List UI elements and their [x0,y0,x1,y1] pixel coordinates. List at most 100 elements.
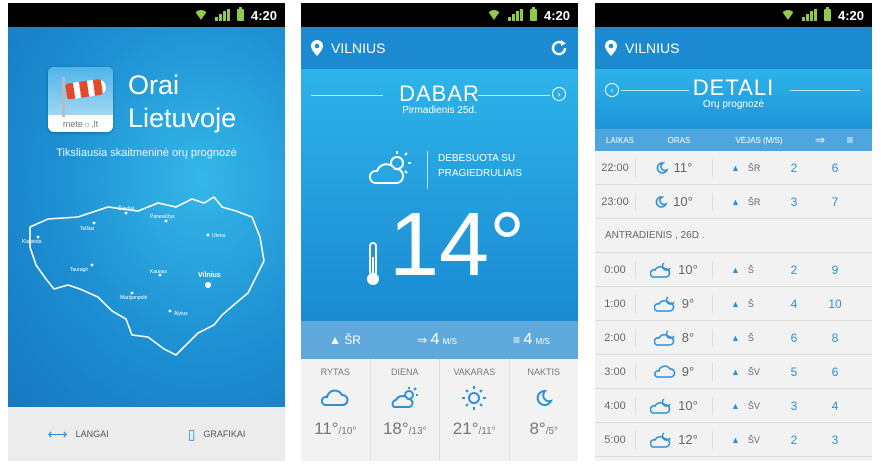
city-dot [206,233,210,237]
row-wind-dir: ▲ ŠR [713,197,773,207]
row-weather: 11° [635,158,713,177]
wind-arrow-icon: ▲ [731,434,740,445]
col-weather: ORAS [667,135,691,145]
table-row[interactable]: 22:00 11° ▲ ŠR 2 6 [595,151,872,185]
wind-direction: ▲ ŠR [329,333,361,347]
cloud-icon [321,389,349,406]
city-label: Telšiai [80,226,94,232]
table-row[interactable]: 4:00 10° ▲ ŠV 3 4 [595,389,872,423]
moon-cloud-icon [650,431,671,448]
row-time: 0:00 [604,263,626,276]
status-bar: 4:20 [8,3,285,27]
row-weather: 10° [635,260,713,279]
row-gust: 10 [828,296,842,311]
table-row[interactable]: 2:00 8° ▲ Š 6 8 [595,321,872,355]
signal-icon [507,9,523,21]
detail-subtitle: Orų prognozė [702,99,765,110]
city-name: VILNIUS [331,40,386,56]
city-label-capital: Vilnius [198,272,221,279]
refresh-icon[interactable] [550,39,568,57]
wind-bar: ▲ ŠR ⇒ 4 M/S ≡ 4 M/S [301,321,578,359]
city-dot-capital [205,282,211,288]
table-row[interactable]: 1:00 9° ▲ Š 4 10 [595,287,872,321]
city-label: Utena [212,233,226,239]
table-row[interactable]: 3:00 9° ▲ ŠV 5 6 [595,355,872,389]
row-wind-dir: ▲ ŠR [713,163,773,173]
lithuania-map[interactable]: Klaipėda Telšiai Šiauliai Panevėžys Uten… [8,177,285,407]
sun-cloud-icon [368,151,411,184]
city-dot [124,211,128,215]
daypart-evening[interactable]: VAKARAS 21°/11° [440,359,510,461]
forecast-table: 22:00 11° ▲ ŠR 2 6 23:00 10° ▲ ŠR 3 7 [595,151,872,219]
table-row[interactable]: 0:00 10° ▲ Š 2 9 [595,253,872,287]
table-header: LAIKAS ORAS VĖJAS (M/S) ⇒ ≡ [595,129,872,151]
row-gust: 4 [831,398,839,413]
row-weather: 8° [635,328,713,347]
col-wind: VĖJAS (M/S) [735,135,783,145]
moon-cloud-icon [653,329,675,346]
status-bar: 4:20 [301,3,578,27]
status-bar: 4:20 [595,3,872,27]
row-dir: ŠV [747,400,760,411]
detail-header: ‹ DETALI Orų prognozė [595,69,872,129]
row-gust: 9 [831,262,839,277]
wifi-icon [193,10,208,20]
app-title: Orai Lietuvoje [128,69,236,135]
city-dot [164,219,168,223]
row-time: 3:00 [604,365,626,378]
wind-arrow-icon: ▲ [731,332,740,343]
col-time: LAIKAS [605,135,634,145]
charts-button[interactable]: ▯ GRAFIKAI [188,426,246,443]
winds-button[interactable]: ⟷ LANGAI [48,426,109,443]
row-temp: 11° [673,160,693,175]
country-border [29,195,265,356]
row-weather: 10° [635,396,713,415]
cloud-icon [653,364,676,378]
wind-arrow-icon: ▲ [731,196,740,207]
row-dir: Š [747,264,754,275]
row-temp: 10° [678,262,698,277]
wind-speed: ⇒ 4 M/S [417,331,457,348]
row-temp: 8° [681,330,695,345]
city-selector[interactable]: VILNIUS [605,40,862,56]
row-time: 5:00 [604,433,626,446]
row-temp: 12° [678,432,698,447]
detailed-forecast-screen: 4:20 VILNIUS ‹ DETALI Orų prognozė LAIKA… [595,3,872,461]
row-temp: 9° [681,296,695,311]
daypart-day[interactable]: DIENA 18°/13° [371,359,440,461]
next-arrow-icon[interactable]: › [552,87,566,101]
wifi-icon [780,10,795,20]
row-temp: 10° [678,398,698,413]
table-row[interactable]: 5:00 12° ▲ ŠV 2 3 [595,423,872,457]
location-pin-icon [605,40,617,56]
battery-icon [529,7,537,21]
row-wind-dir: ▲ ŠV [713,435,773,445]
daypart-morning[interactable]: RYTAS 11°/10° [301,359,371,461]
location-pin-icon [311,40,323,56]
bottom-nav: ⟷ LANGAI ▯ GRAFIKAI [8,407,285,461]
row-wind-speed: 6 [790,330,798,345]
row-temp: 9° [681,364,695,379]
splash-screen: 4:20 mete☼.lt Orai Lietuvoje Tiksliausia… [8,3,285,461]
city-selector[interactable]: VILNIUS [311,40,550,56]
row-wind-dir: ▲ Š [713,299,773,309]
row-gust: 6 [831,364,839,379]
moon-cloud-icon [650,397,671,414]
city-label: Klaipėda [22,239,42,245]
row-gust: 3 [831,432,839,447]
wind-arrow-icon: ▲ [731,162,740,173]
row-wind-dir: ▲ ŠV [713,367,773,377]
row-gust: 7 [831,194,839,209]
signal-icon [801,9,817,21]
daypart-night[interactable]: NAKTIS 8°/5° [510,359,579,461]
row-time: 23:00 [601,195,629,208]
city-label: Tauragė [70,267,88,273]
signal-icon [214,9,230,21]
thermometer-icon [367,242,379,285]
row-gust: 8 [831,330,839,345]
battery-icon [823,7,831,21]
top-bar: VILNIUS [595,27,872,69]
row-wind-speed: 2 [790,432,798,447]
table-row[interactable]: 23:00 10° ▲ ŠR 3 7 [595,185,872,219]
row-wind-dir: ▲ ŠV [713,401,773,411]
